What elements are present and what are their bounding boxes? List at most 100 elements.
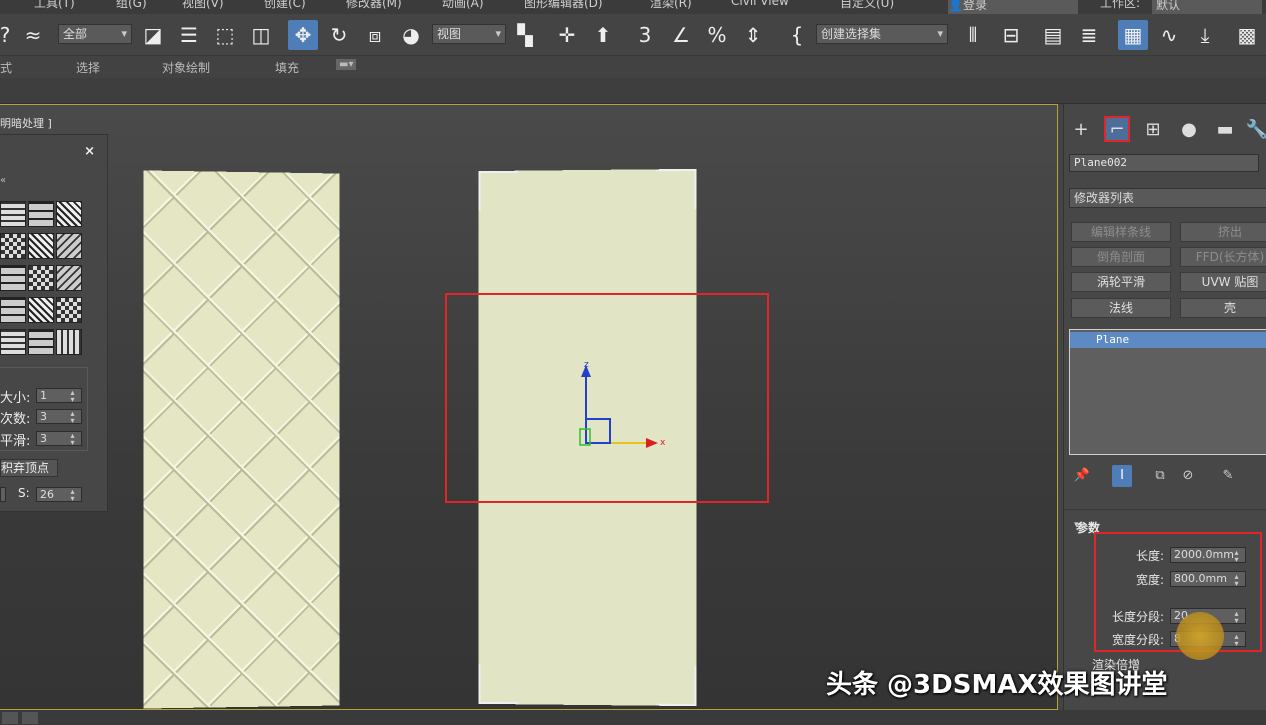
user-icon: 👤	[948, 0, 963, 12]
tile-diag-2[interactable]	[56, 233, 82, 259]
rect-selection-icon[interactable]: ⬚	[210, 20, 240, 50]
mod-shell-button[interactable]: 壳	[1180, 298, 1266, 318]
ribbon-tab-populate[interactable]: 填充	[275, 59, 299, 76]
ribbon-tab-selection[interactable]: 选择	[76, 59, 100, 76]
utilities-tab-icon[interactable]: 🔧	[1244, 116, 1266, 142]
named-selection-dropdown[interactable]: 创建选择集	[816, 24, 948, 44]
select-manipulate-icon[interactable]: ✛	[552, 20, 582, 50]
snaps-toggle-icon[interactable]: 3	[630, 20, 660, 50]
tile-check-3[interactable]	[56, 297, 82, 323]
selection-filter-dropdown[interactable]: 全部	[58, 24, 132, 44]
length-spinner[interactable]: 2000.0mm	[1170, 547, 1246, 563]
workspace-dropdown[interactable]: 默认	[1152, 0, 1262, 14]
motion-tab-icon[interactable]: ●	[1176, 116, 1202, 142]
palette-spinner-stub[interactable]	[0, 487, 6, 502]
width-spinner[interactable]: 800.0mm	[1170, 571, 1246, 587]
mod-normal-button[interactable]: 法线	[1071, 298, 1171, 318]
mod-uvw-map-button[interactable]: UVW 贴图	[1180, 272, 1266, 292]
menu-modifiers[interactable]: 修改器(M)	[346, 0, 402, 11]
tile-brick-3[interactable]	[56, 201, 82, 227]
curve-editor-icon[interactable]: ∿	[1154, 20, 1184, 50]
spinner-snap-icon[interactable]: ⇕	[738, 20, 768, 50]
create-tab-icon[interactable]: +	[1068, 116, 1094, 142]
remove-modifier-icon[interactable]: ⊘	[1178, 465, 1198, 487]
quilted-panel-object[interactable]	[143, 170, 340, 709]
mod-edit-spline-button[interactable]: 编辑样条线	[1071, 222, 1171, 242]
tile-plank-1[interactable]	[0, 329, 26, 355]
menu-customize[interactable]: 自定义(U)	[840, 0, 894, 11]
help-icon[interactable]: ?	[0, 20, 20, 50]
size-spinner[interactable]: 1	[36, 388, 82, 403]
ribbon-tab-object-paint[interactable]: 对象绘制	[162, 59, 210, 76]
layer-explorer-icon[interactable]: ≣	[1074, 20, 1104, 50]
scene-explorer-icon[interactable]: ▤	[1038, 20, 1068, 50]
pin-stack-icon[interactable]: 📌	[1072, 465, 1092, 487]
select-object-icon[interactable]: ◪	[138, 20, 168, 50]
tile-diag-3[interactable]	[56, 265, 82, 291]
status-button[interactable]	[2, 712, 18, 724]
ribbon-tab-style[interactable]: 式	[0, 59, 12, 76]
menu-group[interactable]: 组(G)	[116, 0, 147, 11]
iterations-label: 次数:	[0, 412, 31, 427]
tile-grid-2[interactable]	[0, 297, 26, 323]
angle-snap-icon[interactable]: ∠	[666, 20, 696, 50]
tile-brick-1[interactable]	[0, 201, 26, 227]
palette-scroll-icon[interactable]: «	[0, 175, 6, 186]
object-name-field[interactable]: Plane002	[1069, 154, 1259, 172]
s-spinner[interactable]: 26	[36, 487, 82, 502]
discard-vertex-button[interactable]: 积弃顶点	[0, 459, 58, 477]
select-by-name-icon[interactable]: ☰	[174, 20, 204, 50]
place-icon[interactable]: ◕	[396, 20, 426, 50]
iterations-spinner[interactable]: 3	[36, 409, 82, 424]
status-button[interactable]	[22, 712, 38, 724]
ribbon-toggle-icon[interactable]: ▦	[1118, 20, 1148, 50]
align-icon[interactable]: ⊟	[996, 20, 1026, 50]
make-unique-icon[interactable]: ⧉	[1150, 465, 1170, 487]
tile-check-2[interactable]	[28, 265, 54, 291]
percent-snap-icon[interactable]: %	[702, 20, 732, 50]
tile-grid-1[interactable]	[0, 265, 26, 291]
tile-plank-3[interactable]	[56, 329, 82, 355]
bind-spacewarp-icon[interactable]: ≈	[18, 20, 48, 50]
modifier-list-dropdown[interactable]: 修改器列表	[1069, 188, 1266, 208]
hierarchy-tab-icon[interactable]: ⊞	[1140, 116, 1166, 142]
mod-bevel-profile-button[interactable]: 倒角剖面	[1071, 247, 1171, 267]
show-end-result-icon[interactable]: I	[1112, 465, 1132, 487]
tile-diag-4[interactable]	[28, 297, 54, 323]
tile-plank-2[interactable]	[28, 329, 54, 355]
keyboard-shortcut-icon[interactable]: ⬆	[588, 20, 618, 50]
edit-named-sel-icon[interactable]: {	[782, 20, 812, 50]
menu-civil-view[interactable]: Civil View	[731, 0, 789, 8]
width-label: 宽度:	[1135, 573, 1164, 587]
close-icon[interactable]: ×	[84, 144, 95, 159]
display-tab-icon[interactable]: ▬	[1212, 116, 1238, 142]
mirror-icon[interactable]: ⫴	[958, 20, 988, 50]
mod-extrude-button[interactable]: 挤出	[1180, 222, 1266, 242]
pivot-icon[interactable]: ▚	[510, 20, 540, 50]
configure-sets-icon[interactable]: ✎	[1218, 465, 1238, 487]
ribbon-options-icon[interactable]: ▬▾	[336, 59, 357, 70]
menu-animation[interactable]: 动画(A)	[442, 0, 484, 11]
schematic-view-icon[interactable]: ⤓	[1190, 20, 1220, 50]
mod-ffd-box-button[interactable]: FFD(长方体)	[1180, 247, 1266, 267]
ref-coord-dropdown[interactable]: 视图	[432, 24, 506, 44]
menu-rendering[interactable]: 渲染(R)	[650, 0, 692, 11]
tile-diag-1[interactable]	[28, 233, 54, 259]
material-editor-icon[interactable]: ▩	[1232, 20, 1262, 50]
smooth-spinner[interactable]: 3	[36, 431, 82, 446]
modify-tab-icon[interactable]: ⌐	[1104, 116, 1130, 142]
menu-views[interactable]: 视图(V)	[182, 0, 224, 11]
tile-check-1[interactable]	[0, 233, 26, 259]
move-icon[interactable]: ✥	[288, 20, 318, 50]
login-dropdown[interactable]: 👤登录	[948, 0, 1078, 14]
window-crossing-icon[interactable]: ◫	[246, 20, 276, 50]
rotate-icon[interactable]: ↻	[324, 20, 354, 50]
mod-turbosmooth-button[interactable]: 涡轮平滑	[1071, 272, 1171, 292]
menu-tools[interactable]: 工具(T)	[34, 0, 75, 11]
viewport-label[interactable]: 明暗处理 ]	[0, 115, 52, 131]
menu-graph-editors[interactable]: 图形编辑器(D)	[524, 0, 603, 11]
tile-brick-2[interactable]	[28, 201, 54, 227]
stack-item-plane[interactable]: Plane	[1070, 332, 1266, 348]
menu-create[interactable]: 创建(C)	[264, 0, 306, 11]
scale-icon[interactable]: ⧈	[360, 20, 390, 50]
